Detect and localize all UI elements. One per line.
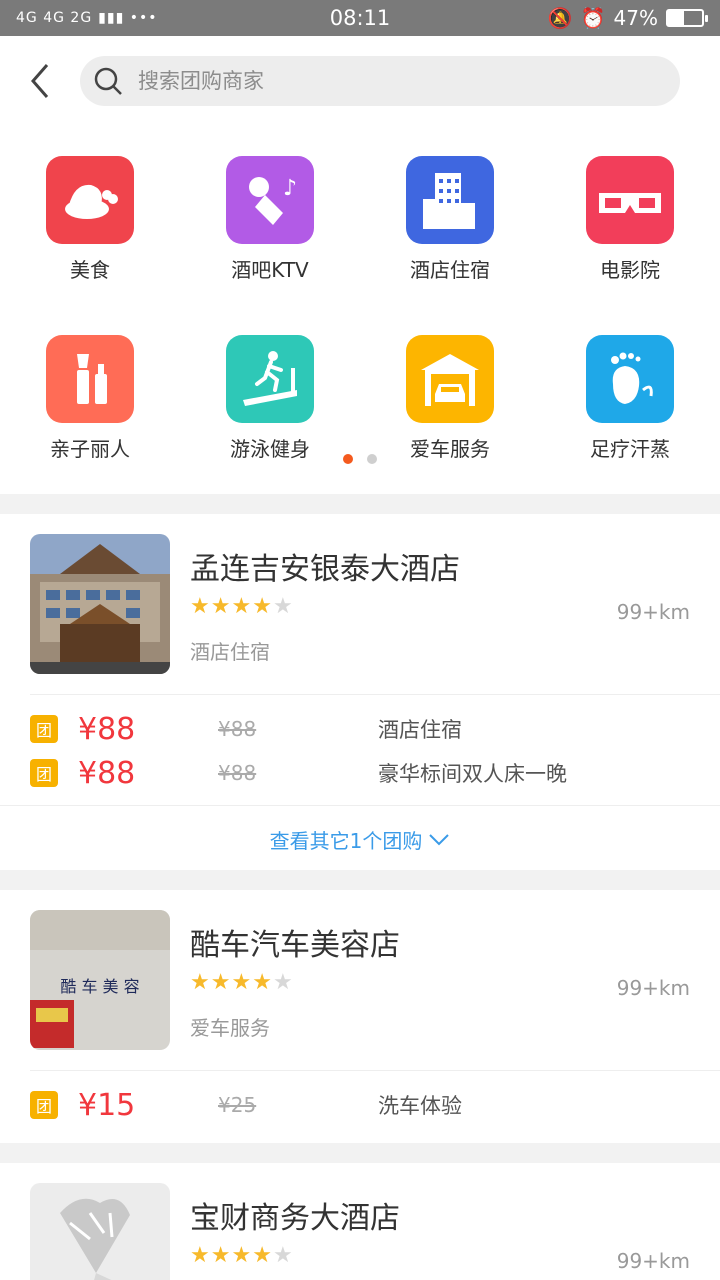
chevron-left-icon (31, 64, 49, 98)
star-icon: ★ (210, 594, 231, 619)
category-bar-ktv[interactable]: ♪ 酒吧KTV (180, 156, 360, 283)
shop-photo: 酷 车 美 容 (30, 910, 170, 1050)
category-fitness[interactable]: 游泳健身 (180, 335, 360, 462)
svg-text:♪: ♪ (283, 176, 297, 201)
original-price: ¥88 (218, 717, 257, 741)
page-indicator (0, 454, 720, 464)
shop-name: 孟连吉安银泰大酒店 (190, 552, 460, 587)
star-icon: ★ (252, 970, 272, 995)
star-icon: ★ (190, 594, 210, 619)
category-label: 美食 (70, 258, 110, 282)
shop-category: 爱车服务 (190, 1016, 270, 1040)
back-button[interactable] (0, 36, 80, 126)
deal-row[interactable]: 团 ¥88 ¥88 豪华标间双人床一晚 (30, 751, 720, 795)
star-icon: ★ (231, 594, 252, 619)
deal-price: ¥15 (78, 1087, 136, 1123)
shop-category: 酒店住宿 (190, 640, 270, 664)
view-more-deals-link[interactable]: 查看其它1个团购 (0, 805, 720, 873)
shop-name: 宝财商务大酒店 (190, 1201, 400, 1236)
distance: 99+km (616, 600, 690, 624)
group-buy-badge: 团 (30, 1091, 58, 1119)
category-label: 酒吧KTV (231, 258, 309, 282)
category-food[interactable]: 美食 (0, 156, 180, 283)
rating-stars: ★ ★ ★ ★ ★ (190, 596, 293, 618)
deal-price: ¥88 (78, 711, 136, 747)
category-car-service[interactable]: 爱车服务 (360, 335, 540, 462)
page-dot[interactable] (343, 454, 353, 464)
star-icon: ★ (190, 1243, 210, 1268)
treadmill-icon (226, 335, 314, 423)
signal-bars-icon: ▮▮▮ ••• (98, 10, 158, 26)
star-icon: ★ (231, 970, 252, 995)
shop-card[interactable]: 宝财商务大酒店 ★ ★ ★ ★ ★ 99+km (0, 1163, 720, 1280)
cosmetics-icon (46, 335, 134, 423)
deal-list: 团 ¥15 ¥25 洗车体验 (30, 1070, 720, 1137)
category-hotel[interactable]: 酒店住宿 (360, 156, 540, 283)
star-icon: ★ (231, 1243, 252, 1268)
category-label: 电影院 (600, 258, 660, 282)
alarm-icon: ⏰ (580, 6, 606, 30)
footprint-icon (586, 335, 674, 423)
battery-icon (666, 9, 708, 27)
deal-name: 洗车体验 (378, 1094, 462, 1118)
star-empty-icon: ★ (272, 970, 293, 995)
shop-photo-placeholder (30, 1183, 170, 1280)
shop-card[interactable]: 酷 车 美 容 酷车汽车美容店 ★ ★ ★ ★ ★ 99+km 爱车服务 团 ¥15 ¥… (0, 890, 720, 1143)
star-empty-icon: ★ (272, 1243, 293, 1268)
page-dot[interactable] (367, 454, 377, 464)
status-bar: 4G 4G 2G ▮▮▮ ••• 08:11 🔕 ⏰ 47% (0, 0, 720, 36)
microphone-icon: ♪ (226, 156, 314, 244)
signal-indicators: 4G 4G 2G ▮▮▮ ••• (16, 10, 158, 26)
rating-stars: ★ ★ ★ ★ ★ (190, 1245, 293, 1267)
search-input[interactable] (138, 69, 618, 93)
shop-name: 酷车汽车美容店 (190, 928, 400, 963)
category-label: 酒店住宿 (410, 258, 490, 282)
food-icon (46, 156, 134, 244)
star-icon: ★ (252, 1243, 272, 1268)
3d-glasses-icon (586, 156, 674, 244)
battery-percent: 47% (613, 6, 658, 30)
deal-price: ¥88 (78, 755, 136, 791)
category-panel: 美食 ♪ 酒吧KTV 酒店住宿 电影院 亲子丽人 游泳健身 爱车服务 足疗汗蒸 (0, 126, 720, 494)
original-price: ¥88 (218, 761, 257, 785)
shop-card[interactable]: 孟连吉安银泰大酒店 ★ ★ ★ ★ ★ 99+km 酒店住宿 团 ¥88 ¥88 酒店住… (0, 514, 720, 870)
category-cinema[interactable]: 电影院 (540, 156, 720, 283)
deal-name: 豪华标间双人床一晚 (378, 762, 567, 786)
car-garage-icon (406, 335, 494, 423)
header (0, 36, 720, 126)
original-price: ¥25 (218, 1093, 257, 1117)
distance: 99+km (616, 976, 690, 1000)
sign-text: 酷 车 美 容 (60, 977, 139, 996)
chevron-down-icon (429, 833, 450, 845)
rating-stars: ★ ★ ★ ★ ★ (190, 972, 293, 994)
deal-list: 团 ¥88 ¥88 酒店住宿 团 ¥88 ¥88 豪华标间双人床一晚 (30, 694, 720, 805)
star-empty-icon: ★ (272, 594, 293, 619)
hotel-icon (406, 156, 494, 244)
distance: 99+km (616, 1249, 690, 1273)
star-icon: ★ (190, 970, 210, 995)
deal-row[interactable]: 团 ¥88 ¥88 酒店住宿 (30, 707, 720, 751)
view-more-label: 查看其它1个团购 (269, 829, 423, 853)
network-label: 4G 4G 2G (16, 10, 93, 26)
search-box[interactable] (80, 56, 680, 106)
group-buy-badge: 团 (30, 759, 58, 787)
deal-name: 酒店住宿 (378, 718, 462, 742)
category-foot-spa[interactable]: 足疗汗蒸 (540, 335, 720, 462)
star-icon: ★ (210, 970, 231, 995)
group-buy-badge: 团 (30, 715, 58, 743)
bell-muted-icon: 🔕 (547, 6, 573, 30)
shop-photo (30, 534, 170, 674)
deal-row[interactable]: 团 ¥15 ¥25 洗车体验 (30, 1083, 720, 1127)
category-beauty[interactable]: 亲子丽人 (0, 335, 180, 462)
star-icon: ★ (252, 594, 272, 619)
star-icon: ★ (210, 1243, 231, 1268)
search-icon (94, 67, 122, 95)
